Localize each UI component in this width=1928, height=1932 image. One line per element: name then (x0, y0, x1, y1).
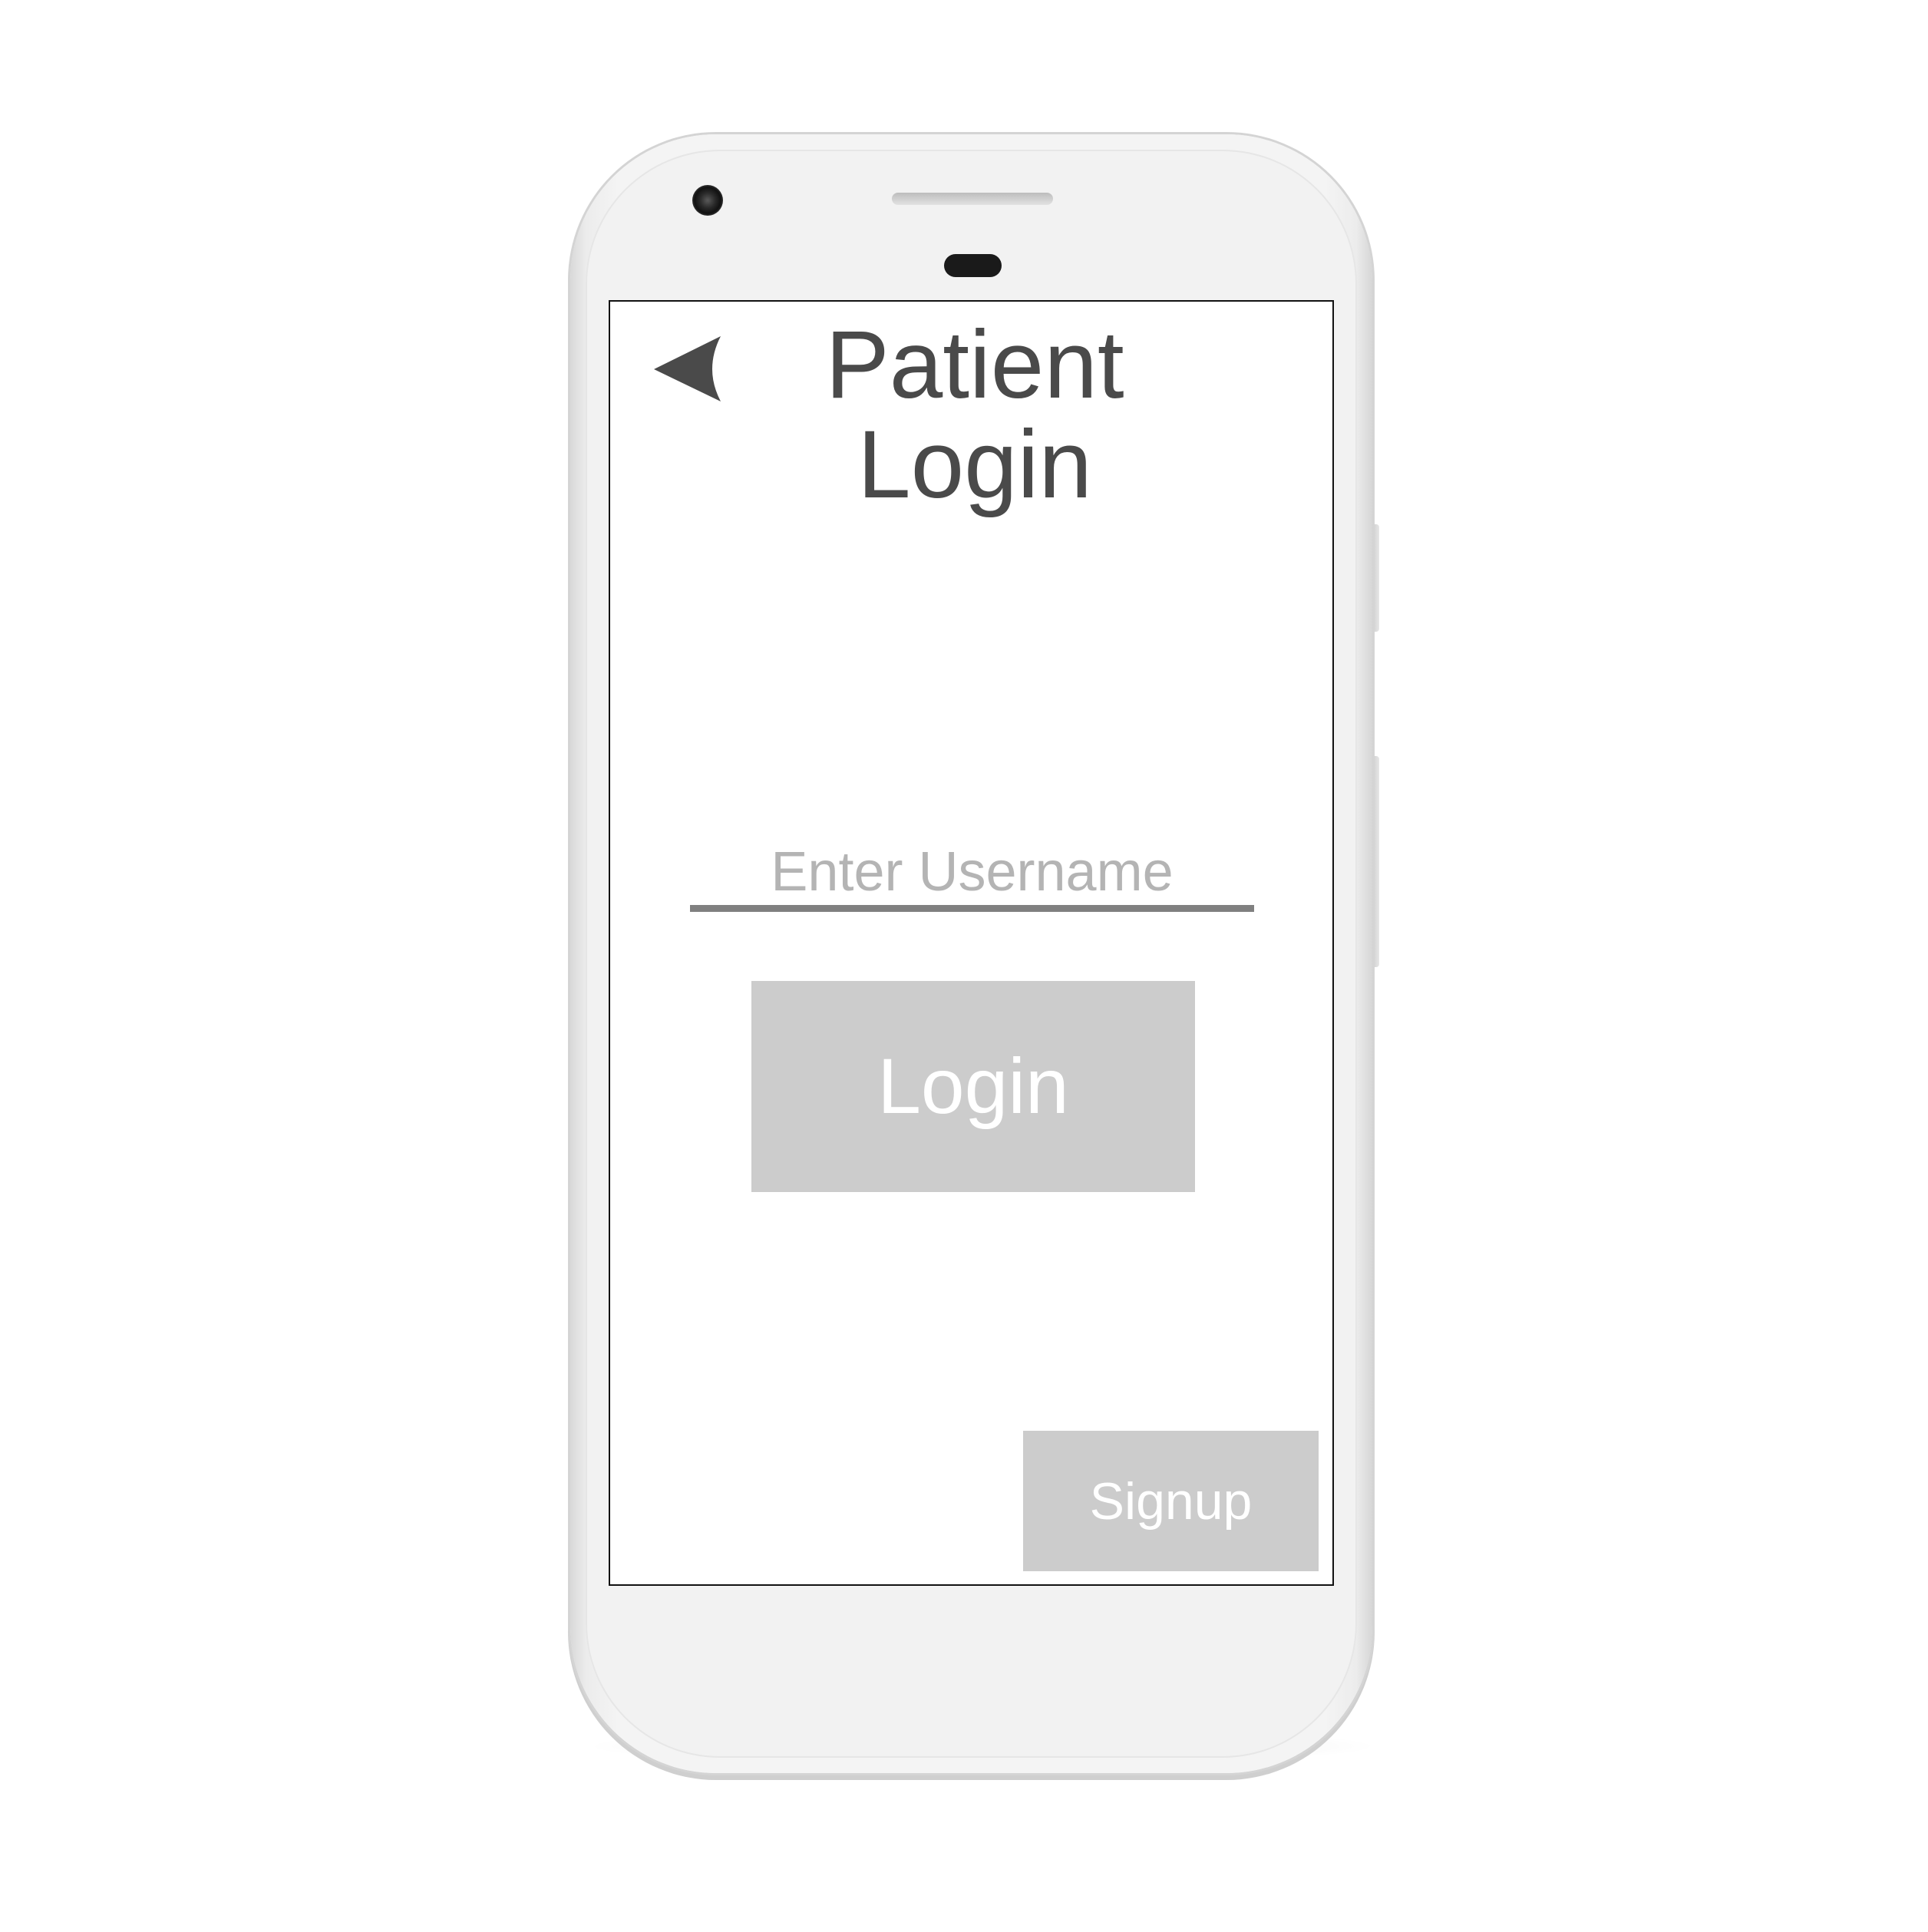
signup-button[interactable]: Signup (1023, 1431, 1319, 1571)
canvas: Patient Login Login Signup (0, 0, 1928, 1932)
login-button[interactable]: Login (751, 981, 1195, 1192)
username-input[interactable] (690, 839, 1254, 912)
title-line-2: Login (857, 411, 1092, 518)
volume-button (1372, 524, 1379, 632)
power-button (1372, 756, 1379, 967)
page-title: Patient Login (741, 315, 1209, 515)
proximity-sensor (944, 254, 1002, 277)
title-line-1: Patient (825, 312, 1124, 418)
earpiece-speaker (892, 193, 1053, 205)
front-camera-icon (692, 185, 723, 216)
phone-screen: Patient Login Login Signup (609, 300, 1334, 1586)
back-arrow-icon[interactable] (650, 332, 727, 405)
